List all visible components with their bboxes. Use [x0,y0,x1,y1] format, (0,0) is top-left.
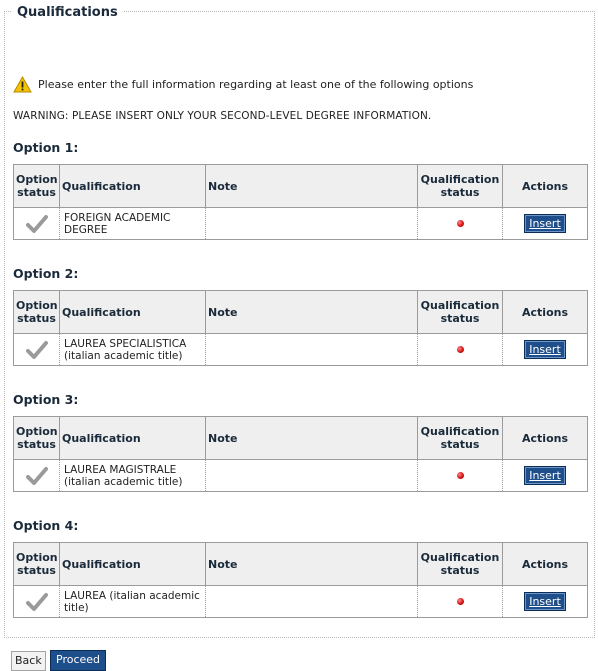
column-header-qualification-status: Qualification status [417,164,503,208]
table-row: LAUREA MAGISTRALE (italian academic titl… [13,459,588,492]
option-status-cell [13,585,60,618]
option-table: Option status Qualification Note Qualifi… [13,542,588,618]
insert-button[interactable]: Insert [524,466,566,485]
red-dot-icon [456,471,464,479]
table-row: LAUREA SPECIALISTICA (italian academic t… [13,333,588,366]
option-title: Option 1: [13,140,79,155]
qualification-status-cell [417,459,503,492]
check-icon [25,214,48,233]
red-dot-icon [456,597,464,605]
insert-button[interactable]: Insert [524,592,566,611]
qualification-cell: FOREIGN ACADEMIC DEGREE [59,207,206,240]
column-header-qualification-status: Qualification status [417,290,503,334]
column-header-qualification: Qualification [59,290,206,334]
section-title: Qualifications [12,5,123,20]
option-status-cell [13,459,60,492]
table-row: LAUREA (italian academic title) Insert [13,585,588,618]
option-table: Option status Qualification Note Qualifi… [13,290,588,366]
qualification-status-cell [417,585,503,618]
proceed-button[interactable]: Proceed [50,650,107,671]
qualification-cell: LAUREA (italian academic title) [59,585,206,618]
actions-cell: Insert [502,459,588,492]
option-status-cell [13,333,60,366]
actions-cell: Insert [502,333,588,366]
column-header-note: Note [205,164,418,208]
qualification-status-cell [417,207,503,240]
column-header-option-status: Option status [13,542,60,586]
column-header-note: Note [205,416,418,460]
qualification-cell: LAUREA MAGISTRALE (italian academic titl… [59,459,206,492]
column-header-qualification-status: Qualification status [417,542,503,586]
column-header-option-status: Option status [13,416,60,460]
column-header-qualification-status: Qualification status [417,416,503,460]
column-header-option-status: Option status [13,164,60,208]
back-button[interactable]: Back [11,651,46,671]
table-header-row: Option status Qualification Note Qualifi… [13,290,588,334]
column-header-actions: Actions [502,290,588,334]
column-header-actions: Actions [502,164,588,208]
check-icon [25,340,48,359]
red-dot-icon [456,219,464,227]
warning-icon [13,76,32,93]
column-header-qualification: Qualification [59,542,206,586]
note-cell [205,459,418,492]
warning-text: WARNING: PLEASE INSERT ONLY YOUR SECOND-… [13,110,432,122]
column-header-qualification: Qualification [59,416,206,460]
table-row: FOREIGN ACADEMIC DEGREE Insert [13,207,588,240]
option-title: Option 2: [13,266,79,281]
notice-text: Please enter the full information regard… [38,78,474,91]
option-title: Option 4: [13,518,79,533]
column-header-note: Note [205,542,418,586]
option-table: Option status Qualification Note Qualifi… [13,164,588,240]
qualification-cell: LAUREA SPECIALISTICA (italian academic t… [59,333,206,366]
check-icon [25,466,48,485]
table-header-row: Option status Qualification Note Qualifi… [13,416,588,460]
option-status-cell [13,207,60,240]
column-header-qualification: Qualification [59,164,206,208]
note-cell [205,585,418,618]
actions-cell: Insert [502,207,588,240]
column-header-actions: Actions [502,542,588,586]
option-table: Option status Qualification Note Qualifi… [13,416,588,492]
check-icon [25,592,48,611]
note-cell [205,207,418,240]
column-header-actions: Actions [502,416,588,460]
option-title: Option 3: [13,392,79,407]
red-dot-icon [456,345,464,353]
table-header-row: Option status Qualification Note Qualifi… [13,542,588,586]
column-header-note: Note [205,290,418,334]
insert-button[interactable]: Insert [524,214,566,233]
actions-cell: Insert [502,585,588,618]
column-header-option-status: Option status [13,290,60,334]
table-header-row: Option status Qualification Note Qualifi… [13,164,588,208]
qualification-status-cell [417,333,503,366]
note-cell [205,333,418,366]
insert-button[interactable]: Insert [524,340,566,359]
notice: Please enter the full information regard… [13,76,473,93]
